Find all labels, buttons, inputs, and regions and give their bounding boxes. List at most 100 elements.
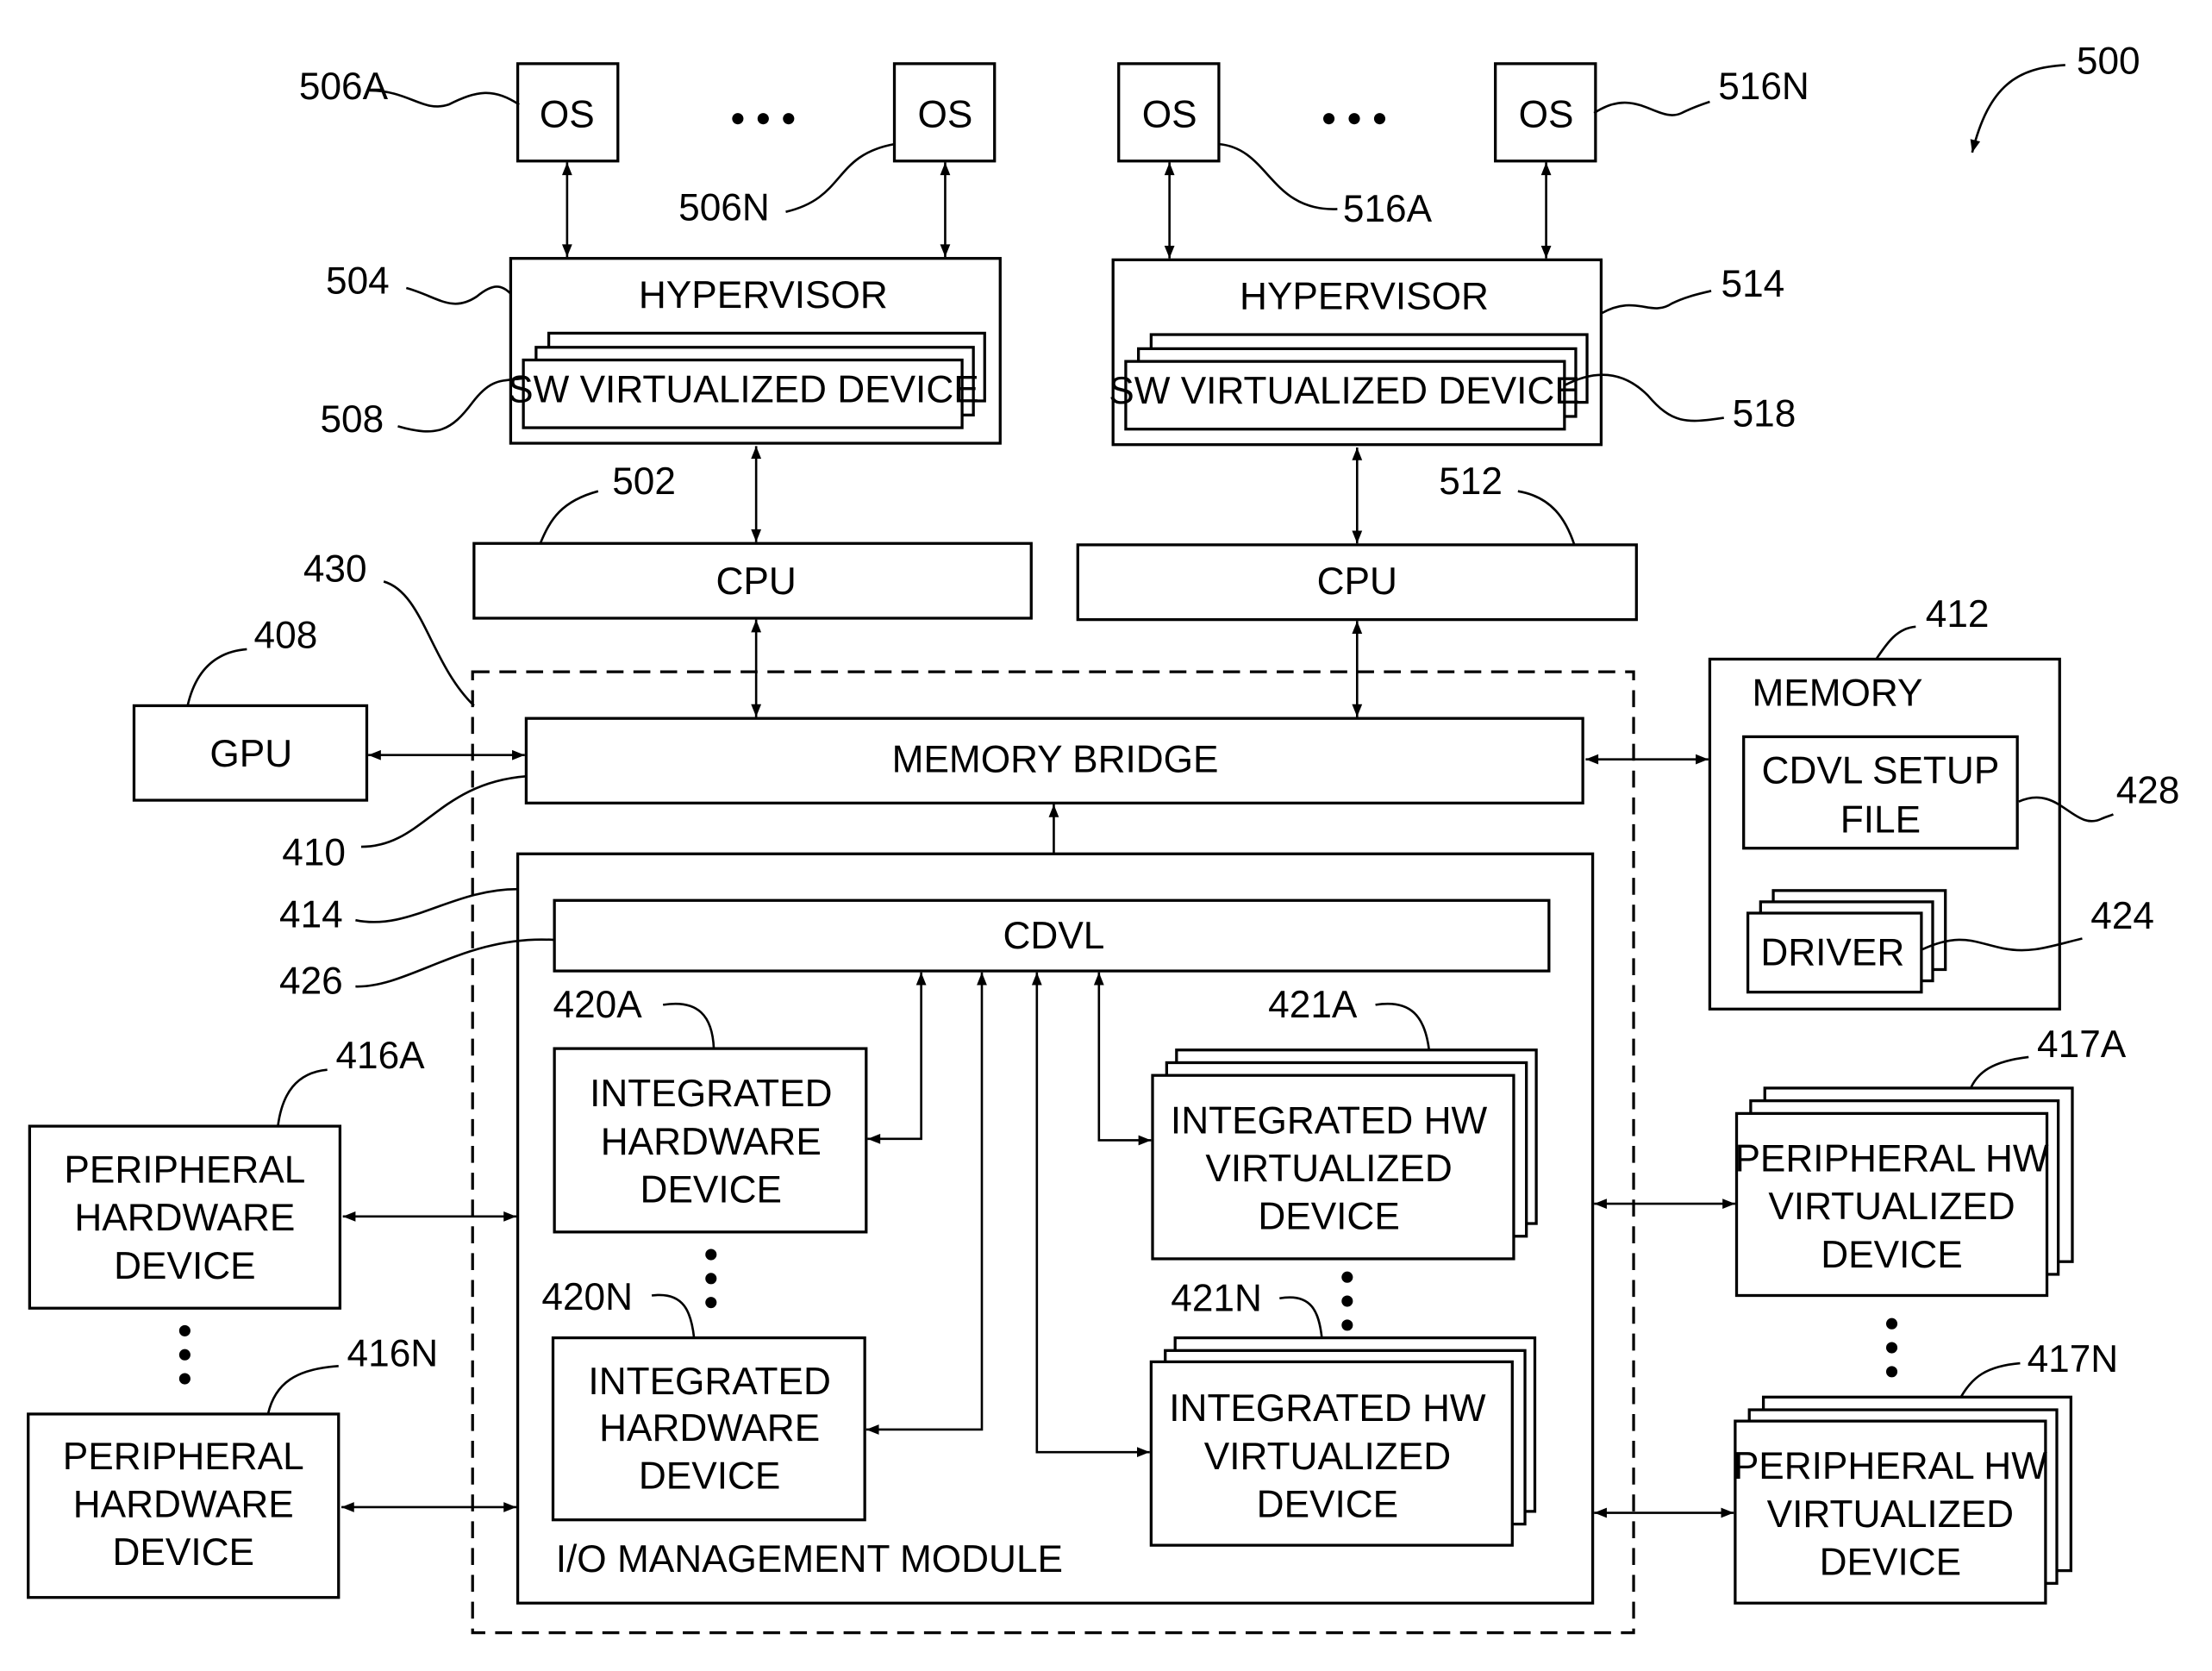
phvd-417n-line1: PERIPHERAL HW: [1734, 1445, 2047, 1487]
leader-416n: [266, 1365, 339, 1415]
leader-516a: [1218, 142, 1338, 210]
peripheral-hardware-device-416a: PERIPHERAL HARDWARE DEVICE: [28, 1124, 342, 1310]
phd-416n-line2: HARDWARE: [73, 1483, 294, 1525]
ihd-420a-line2: HARDWARE: [601, 1121, 822, 1163]
os-516a-label: OS: [1142, 93, 1197, 135]
ref-417a: 417A: [2037, 1023, 2127, 1066]
ref-408: 408: [254, 614, 318, 656]
ref-506n: 506N: [678, 186, 770, 228]
os-506n: OS: [892, 62, 997, 163]
ihvd-421a-line2: VIRTUALIZED: [1205, 1148, 1452, 1190]
memory-412-label: MEMORY: [1753, 672, 1923, 714]
ref-502: 502: [612, 460, 676, 503]
ref-504: 504: [326, 260, 390, 303]
leader-410: [360, 774, 527, 848]
hypervisor-504: HYPERVISOR SW VIRTUALIZED DEVICE: [508, 257, 1002, 445]
ihd-420n-line1: INTEGRATED: [588, 1361, 830, 1403]
figure-number: 500: [2077, 40, 2140, 82]
cdvl-426: CDVL: [553, 898, 1551, 973]
leader-506a: [369, 89, 520, 108]
ref-420n: 420N: [541, 1276, 633, 1318]
leader-502: [539, 490, 599, 544]
integrated-hw-virtualized-device-421a: INTEGRATED HW VIRTUALIZED DEVICE: [1151, 1048, 1538, 1261]
peripheral-hw-virtualized-device-417a: PERIPHERAL HW VIRTUALIZED DEVICE: [1734, 1086, 2074, 1298]
integrated-hw-virtualized-device-421n: INTEGRATED HW VIRTUALIZED DEVICE: [1149, 1336, 1537, 1547]
ref-428: 428: [2116, 769, 2180, 811]
leader-514: [1600, 290, 1712, 315]
leader-508: [397, 377, 524, 433]
sw-virtualized-device-508-label: SW VIRTUALIZED DEVICE: [508, 369, 979, 411]
leader-430: [383, 580, 475, 707]
leader-516n: [1593, 100, 1710, 116]
ref-424: 424: [2090, 895, 2154, 937]
leader-417a: [1969, 1055, 2029, 1089]
ellipsis-dots-420: [705, 1249, 717, 1309]
cpu-502: CPU: [472, 541, 1033, 620]
ref-506a: 506A: [299, 66, 389, 108]
ref-518: 518: [1733, 392, 1796, 435]
phd-416a-line3: DEVICE: [114, 1245, 255, 1287]
cdvl-setup-file-line1: CDVL SETUP: [1762, 749, 2000, 792]
phvd-417a-line1: PERIPHERAL HW: [1734, 1137, 2048, 1180]
ihd-420n-line3: DEVICE: [639, 1455, 780, 1498]
phvd-417n-line2: VIRTUALIZED: [1767, 1493, 2014, 1536]
phd-416a-line1: PERIPHERAL: [64, 1149, 305, 1192]
memory-bridge-410-label: MEMORY BRIDGE: [892, 738, 1219, 780]
leader-414: [355, 887, 518, 923]
phd-416a-line2: HARDWARE: [74, 1197, 295, 1239]
ellipsis-dots-421: [1341, 1271, 1353, 1331]
sw-virtualized-device-518-label: SW VIRTUALIZED DEVICE: [1109, 370, 1580, 412]
ihd-420a-line3: DEVICE: [640, 1168, 782, 1211]
cdvl-426-label: CDVL: [1003, 915, 1105, 957]
gpu-408-label: GPU: [209, 733, 292, 775]
ref-426: 426: [279, 960, 343, 1002]
ref-512: 512: [1439, 460, 1503, 503]
phvd-417a-line3: DEVICE: [1821, 1234, 1962, 1276]
os-516n-label: OS: [1519, 93, 1574, 135]
ref-421n: 421N: [1171, 1277, 1262, 1319]
ellipsis-dots-left: [732, 113, 795, 125]
peripheral-hardware-device-416n: PERIPHERAL HARDWARE DEVICE: [27, 1412, 341, 1599]
ref-416a: 416A: [335, 1035, 425, 1077]
ref-421a: 421A: [1268, 984, 1358, 1026]
hypervisor-514-label: HYPERVISOR: [1240, 276, 1489, 318]
hypervisor-514: HYPERVISOR SW VIRTUALIZED DEVICE: [1109, 258, 1603, 447]
block-diagram: 500 OS OS OS OS 506A 506N 516A 516N HYPE…: [27, 40, 2180, 1635]
ref-508: 508: [320, 398, 384, 441]
ihd-420a-line1: INTEGRATED: [590, 1073, 832, 1115]
ref-416n: 416N: [347, 1332, 439, 1374]
ref-430: 430: [303, 548, 367, 590]
ihvd-421n-line3: DEVICE: [1257, 1483, 1398, 1525]
cdvl-setup-file-line2: FILE: [1840, 799, 1921, 842]
leader-512: [1517, 490, 1576, 546]
os-516a: OS: [1117, 62, 1221, 163]
driver-424-label: DRIVER: [1760, 932, 1904, 974]
io-management-module-label: I/O MANAGEMENT MODULE: [556, 1538, 1063, 1580]
leader-412: [1875, 625, 1916, 660]
ellipsis-dots-right: [1323, 113, 1386, 125]
phd-416n-line1: PERIPHERAL: [63, 1436, 304, 1478]
ihd-420n-line2: HARDWARE: [599, 1407, 820, 1449]
ellipsis-dots-416: [178, 1324, 191, 1385]
os-516n: OS: [1494, 62, 1597, 163]
ihvd-421n-line2: VIRTUALIZED: [1204, 1436, 1451, 1478]
leader-417n: [1959, 1361, 2021, 1398]
os-506a-label: OS: [540, 93, 595, 135]
ref-410: 410: [282, 831, 346, 873]
memory-412: MEMORY CDVL SETUP FILE DRIVER: [1708, 657, 2061, 1011]
ihvd-421n-line1: INTEGRATED HW: [1169, 1387, 1486, 1430]
phd-416n-line3: DEVICE: [113, 1531, 254, 1574]
ref-417n: 417N: [2028, 1338, 2119, 1380]
ihvd-421a-line1: INTEGRATED HW: [1171, 1099, 1488, 1142]
os-506a: OS: [516, 62, 620, 163]
ref-420a: 420A: [553, 984, 642, 1026]
cpu-502-label: CPU: [716, 560, 797, 603]
ihvd-421a-line3: DEVICE: [1258, 1196, 1399, 1238]
leader-506n: [785, 142, 895, 213]
ref-412: 412: [1926, 593, 1990, 635]
os-506n-label: OS: [918, 93, 973, 135]
integrated-hardware-device-420n: INTEGRATED HARDWARE DEVICE: [551, 1336, 866, 1522]
ref-514: 514: [1721, 263, 1785, 305]
cpu-512: CPU: [1076, 543, 1638, 622]
leader-408: [186, 648, 247, 706]
